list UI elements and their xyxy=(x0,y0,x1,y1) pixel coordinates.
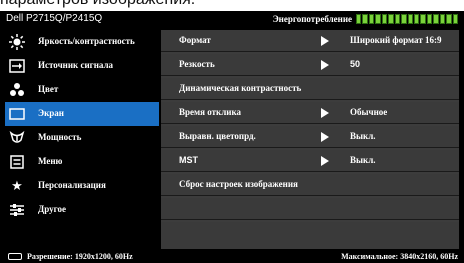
energy-segment xyxy=(439,14,446,24)
setting-label: Динамическая контрастность xyxy=(179,83,302,93)
energy-segment xyxy=(381,14,388,24)
menu-item-power[interactable]: Мощность xyxy=(5,126,159,150)
setting-value: Широкий формат 16:9 xyxy=(350,35,442,45)
setting-value: Выкл. xyxy=(350,131,376,141)
status-bar: Разрешение: 1920x1200, 60Hz Максимальное… xyxy=(0,250,464,263)
menu-item-display[interactable]: Экран xyxy=(5,102,159,126)
color-icon xyxy=(9,82,25,98)
setting-row-dynamic-contrast[interactable]: Динамическая контрастность xyxy=(161,78,459,100)
resolution-readout: Разрешение: 1920x1200, 60Hz xyxy=(8,252,133,261)
menu-item-color[interactable]: Цвет xyxy=(5,78,159,102)
setting-label: Сброс настроек изображения xyxy=(179,179,298,189)
menu-item-label: Цвет xyxy=(38,84,59,94)
setting-value: Обычное xyxy=(350,107,388,117)
connector-icon xyxy=(8,253,22,260)
other-settings-icon xyxy=(9,202,25,218)
energy-segment xyxy=(426,14,433,24)
energy-meter xyxy=(356,14,458,24)
arrow-right-icon xyxy=(321,36,329,46)
monitor-model: Dell P2715Q/P2415Q xyxy=(6,13,103,24)
energy-segment xyxy=(375,14,381,24)
menu-item-menu[interactable]: Меню xyxy=(5,150,159,174)
setting-label: Время отклика xyxy=(179,107,242,117)
setting-row-empty xyxy=(161,222,459,249)
menu-item-label: Источник сигнала xyxy=(38,60,114,70)
display-icon xyxy=(9,106,25,122)
energy-segment xyxy=(420,14,426,24)
power-icon xyxy=(9,130,25,146)
menu-item-label: Меню xyxy=(38,156,63,166)
setting-row-reset-display[interactable]: Сброс настроек изображения xyxy=(161,174,459,196)
arrow-right-icon xyxy=(321,156,329,166)
energy-segment xyxy=(446,14,452,24)
setting-row-uniformity[interactable]: Выравн. цветопрд. Выкл. xyxy=(161,126,459,148)
setting-value: 50 xyxy=(350,59,361,69)
menu-item-label: Мощность xyxy=(38,132,82,142)
page-caption: параметров изображения. xyxy=(0,0,464,9)
setting-row-response-time[interactable]: Время отклика Обычное xyxy=(161,102,459,124)
menu-item-label: Экран xyxy=(38,108,64,118)
menu-item-brightness-contrast[interactable]: Яркость/контрастность xyxy=(5,30,159,54)
menu-item-label: Яркость/контрастность xyxy=(38,36,135,46)
energy-segment xyxy=(356,14,362,24)
menu-item-input-source[interactable]: Источник сигнала xyxy=(5,54,159,78)
setting-label: MST xyxy=(179,155,198,165)
energy-segment xyxy=(401,14,407,24)
osd-title-bar: Dell P2715Q/P2415Q Энергопотребление xyxy=(0,11,464,28)
brightness-icon xyxy=(9,34,25,50)
max-resolution-text: Максимальное: 3840x2160, 60Hz xyxy=(341,252,458,261)
main-menu: Яркость/контрастность Источник сигнала Ц… xyxy=(5,30,159,249)
energy-segment xyxy=(394,14,401,24)
menu-icon xyxy=(9,154,25,170)
input-source-icon xyxy=(9,58,25,74)
setting-row-sharpness[interactable]: Резкость 50 xyxy=(161,54,459,76)
setting-row-empty xyxy=(161,198,459,220)
energy-segment xyxy=(407,14,413,24)
setting-label: Выравн. цветопрд. xyxy=(179,131,256,141)
settings-panel: Формат Широкий формат 16:9 Резкость 50 Д… xyxy=(161,30,459,249)
setting-label: Формат xyxy=(179,35,211,45)
arrow-right-icon xyxy=(321,108,329,118)
star-icon: ★ xyxy=(11,178,23,194)
resolution-text: Разрешение: 1920x1200, 60Hz xyxy=(27,252,133,261)
setting-row-aspect-ratio[interactable]: Формат Широкий формат 16:9 xyxy=(161,30,459,52)
menu-item-personalize[interactable]: ★ Персонализация xyxy=(5,174,159,198)
energy-label: Энергопотребление xyxy=(272,14,352,24)
osd-window: Dell P2715Q/P2415Q Энергопотребление Ярк… xyxy=(0,11,464,263)
energy-segment xyxy=(368,14,375,24)
energy-segment xyxy=(388,14,394,24)
arrow-right-icon xyxy=(321,60,329,70)
energy-segment xyxy=(413,14,420,24)
menu-item-label: Персонализация xyxy=(38,180,106,190)
setting-row-mst[interactable]: MST Выкл. xyxy=(161,150,459,172)
energy-segment xyxy=(452,14,458,24)
menu-item-others[interactable]: Другое xyxy=(5,198,159,222)
energy-segment xyxy=(433,14,439,24)
setting-value: Выкл. xyxy=(350,155,376,165)
arrow-right-icon xyxy=(321,132,329,142)
setting-label: Резкость xyxy=(179,59,215,69)
energy-segment xyxy=(362,14,368,24)
menu-item-label: Другое xyxy=(38,204,66,214)
